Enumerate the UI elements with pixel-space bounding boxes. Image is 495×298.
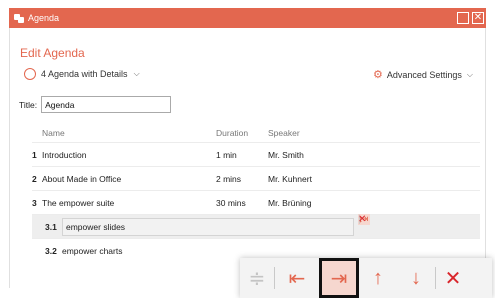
row-number: 3.1 bbox=[45, 221, 57, 232]
app-icon bbox=[14, 13, 24, 23]
row-duration[interactable]: 30 mins bbox=[216, 198, 246, 208]
indent-icon[interactable]: ⇥ bbox=[319, 258, 359, 298]
row-toolbar-zoom-callout: ≑ ⇤ ⇥ ↑ ↓ ✕ bbox=[240, 258, 492, 298]
row-name: empower slides bbox=[66, 222, 126, 232]
row-name[interactable]: Introduction bbox=[42, 150, 86, 160]
row-speaker[interactable]: Mr. Smith bbox=[268, 150, 304, 160]
preset-icon bbox=[24, 68, 36, 80]
gear-icon: ⚙ bbox=[372, 69, 383, 81]
window-titlebar: Agenda ✕ bbox=[9, 8, 486, 28]
row-duration[interactable]: 2 mins bbox=[216, 174, 241, 184]
agenda-panel: Edit Agenda 4 Agenda with Details ⌵ ⚙ Ad… bbox=[9, 28, 486, 288]
title-input[interactable] bbox=[41, 96, 172, 113]
row-number: 3.2 bbox=[45, 245, 57, 256]
table-row[interactable]: 1 Introduction 1 min Mr. Smith bbox=[32, 142, 480, 166]
move-up-icon[interactable]: ↑ bbox=[359, 258, 397, 298]
row-speaker[interactable]: Mr. Kuhnert bbox=[268, 174, 312, 184]
outdent-icon[interactable]: ⇤ bbox=[275, 258, 319, 298]
row-name[interactable]: empower charts bbox=[62, 246, 122, 256]
table-row[interactable]: 2 About Made in Office 2 mins Mr. Kuhner… bbox=[32, 166, 480, 190]
table-row-selected[interactable]: 3.1 empower slides ≑ | ⇤ ⇥ ↑ ↓ | ✕ bbox=[32, 213, 480, 238]
chevron-down-icon: ⌵ bbox=[466, 69, 473, 79]
close-icon[interactable]: ✕ bbox=[472, 12, 484, 24]
maximize-icon[interactable] bbox=[457, 12, 469, 24]
page-title: Edit Agenda bbox=[20, 46, 85, 60]
row-number: 2 bbox=[32, 173, 37, 184]
row-speaker[interactable]: Mr. Brüning bbox=[268, 198, 311, 208]
preset-label: 4 Agenda with Details bbox=[41, 69, 128, 79]
row-duration[interactable]: 1 min bbox=[216, 150, 237, 160]
preset-dropdown[interactable]: 4 Agenda with Details ⌵ bbox=[24, 68, 140, 80]
delete-icon[interactable]: ✕ bbox=[436, 258, 470, 298]
column-speaker-header: Speaker bbox=[268, 128, 300, 138]
table-row[interactable]: 3 The empower suite 30 mins Mr. Brüning bbox=[32, 190, 480, 214]
chevron-down-icon: ⌵ bbox=[133, 69, 140, 78]
column-duration-header: Duration bbox=[216, 128, 249, 138]
row-number: 3 bbox=[32, 197, 37, 208]
window-title: Agenda bbox=[28, 13, 60, 23]
advanced-settings-dropdown[interactable]: ⚙ Advanced Settings ⌵ bbox=[373, 68, 473, 81]
advanced-settings-label: Advanced Settings bbox=[386, 69, 462, 80]
delete-icon[interactable]: ✕ bbox=[358, 214, 366, 225]
title-field-row: Title: bbox=[19, 96, 172, 113]
table-header: Name Duration Speaker bbox=[32, 128, 480, 142]
row-name[interactable]: The empower suite bbox=[42, 198, 114, 208]
title-label: Title: bbox=[19, 99, 38, 110]
column-name-header: Name bbox=[42, 128, 65, 138]
agenda-table: Name Duration Speaker 1 Introduction 1 m… bbox=[32, 128, 480, 262]
row-name[interactable]: About Made in Office bbox=[42, 174, 121, 184]
row-number: 1 bbox=[32, 149, 37, 160]
drag-handle-icon[interactable]: ≑ bbox=[240, 258, 274, 298]
move-down-icon[interactable]: ↓ bbox=[397, 258, 435, 298]
row-name-edit-input[interactable]: empower slides bbox=[62, 218, 354, 236]
